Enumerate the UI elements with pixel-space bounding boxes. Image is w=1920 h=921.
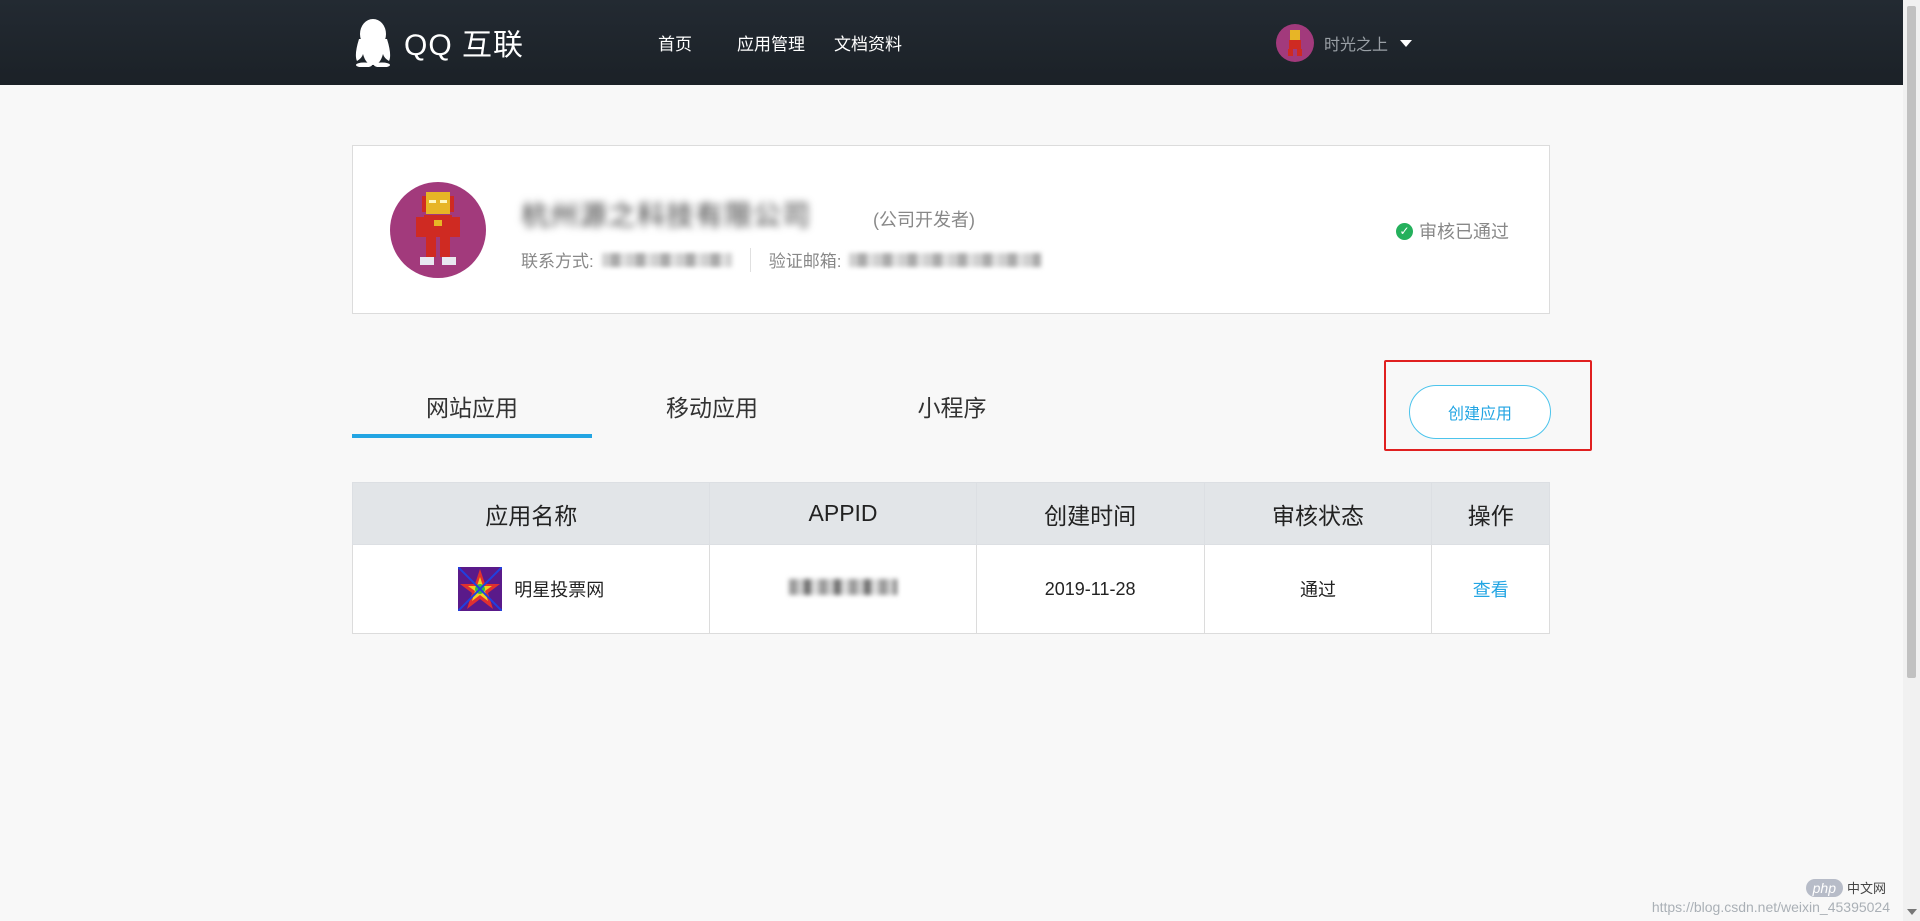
user-menu[interactable]: 时光之上 (1276, 24, 1413, 62)
contact-row: 联系方式: 验证邮箱: (521, 247, 1042, 272)
app-star-icon (458, 567, 503, 611)
table-header-row: 应用名称 APPID 创建时间 审核状态 操作 (351, 482, 1550, 545)
contact-label: 联系方式: (521, 252, 594, 271)
actions-cell: 查看 (1431, 544, 1550, 634)
qq-penguin-icon (355, 19, 391, 67)
view-app-link[interactable]: 查看 (1473, 580, 1509, 600)
developer-type: (公司开发者) (873, 210, 975, 230)
active-tab-indicator (352, 434, 592, 438)
tab-website-apps[interactable]: 网站应用 (352, 389, 592, 423)
app-table: 应用名称 APPID 创建时间 审核状态 操作 明星投票网 2019-11-28… (351, 482, 1550, 634)
app-name-cell: 明星投票网 (351, 544, 711, 634)
header-actions: 操作 (1431, 482, 1550, 545)
header-review-status: 审核状态 (1203, 482, 1433, 545)
table-row: 明星投票网 2019-11-28 通过 查看 (351, 544, 1550, 634)
appid-redacted (789, 578, 898, 595)
review-status-badge: 通过 (1203, 544, 1433, 634)
scroll-down-arrow-icon[interactable] (1907, 909, 1917, 915)
header-appid: APPID (709, 482, 977, 545)
contact-value-redacted (601, 252, 732, 267)
review-status-text: 审核已通过 (1419, 222, 1509, 242)
divider (749, 247, 751, 272)
iron-man-avatar-icon (1288, 30, 1302, 56)
nav-home[interactable]: 首页 (658, 30, 692, 55)
iron-man-avatar-icon (416, 192, 460, 265)
watermark-url: https://blog.csdn.net/weixin_45395024 (1651, 899, 1890, 915)
vertical-scrollbar[interactable] (1903, 0, 1920, 921)
company-name: 杭州源之科技有限公司 (521, 200, 812, 231)
review-status: ✓ 审核已通过 (1396, 218, 1509, 244)
nav-documents[interactable]: 文档资料 (834, 30, 902, 55)
developer-profile-card: 杭州源之科技有限公司 (公司开发者) 联系方式: 验证邮箱: ✓ 审核已通过 (352, 145, 1550, 314)
tab-mini-programs[interactable]: 小程序 (832, 389, 1072, 423)
watermark-pill: php (1805, 878, 1843, 897)
developer-avatar (390, 182, 486, 278)
header-app-name: 应用名称 (351, 482, 711, 545)
header-created-time: 创建时间 (975, 482, 1205, 545)
watermark-badge: php 中文网 (1805, 878, 1886, 897)
check-circle-icon: ✓ (1396, 222, 1413, 240)
created-date: 2019-11-28 (975, 544, 1205, 634)
tab-mobile-apps[interactable]: 移动应用 (592, 389, 832, 423)
logo-text: QQ 互联 (404, 29, 525, 62)
scrollbar-thumb[interactable] (1907, 6, 1916, 678)
chevron-down-icon[interactable] (1400, 39, 1413, 47)
user-name: 时光之上 (1324, 37, 1389, 54)
appid-cell (709, 544, 977, 634)
create-app-button[interactable]: 创建应用 (1409, 385, 1551, 439)
top-navbar: QQ 互联 首页 应用管理 文档资料 时光之上 (0, 0, 1903, 85)
app-name[interactable]: 明星投票网 (514, 576, 604, 602)
qq-connect-logo[interactable]: QQ 互联 (352, 16, 524, 68)
watermark-badge-text: 中文网 (1846, 881, 1886, 896)
nav-app-management[interactable]: 应用管理 (737, 30, 805, 55)
user-avatar (1276, 24, 1314, 62)
email-label: 验证邮箱: (768, 252, 842, 271)
email-value-redacted (849, 252, 1042, 267)
